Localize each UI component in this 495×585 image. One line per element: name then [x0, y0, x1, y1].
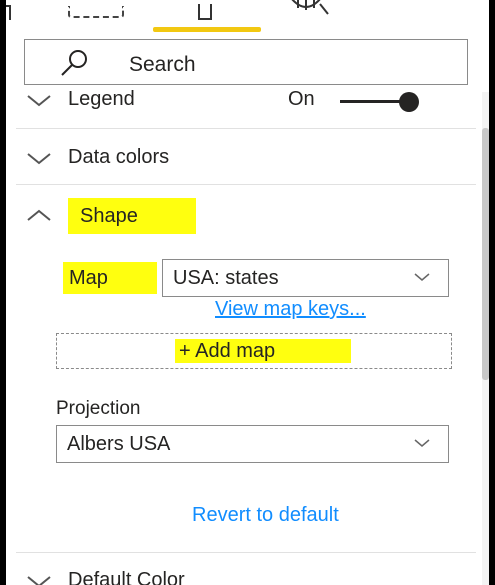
- divider: [16, 128, 476, 129]
- default-color-section-label[interactable]: Default Color: [68, 569, 185, 585]
- format-tab-icon[interactable]: [198, 4, 212, 20]
- projection-dropdown-value: Albers USA: [67, 433, 171, 455]
- map-dropdown[interactable]: USA: states: [162, 259, 449, 297]
- search-field[interactable]: Search: [24, 39, 468, 85]
- pane-edge-icon: [6, 5, 11, 20]
- visualizations-format-pane: Search Legend On Data colors Shape Map U…: [6, 0, 489, 585]
- active-tab-indicator: [153, 27, 261, 32]
- shape-section-label[interactable]: Shape: [68, 198, 196, 234]
- analytics-tab-icon[interactable]: [286, 0, 330, 16]
- projection-label: Projection: [56, 398, 141, 419]
- projection-dropdown[interactable]: Albers USA: [56, 425, 449, 463]
- map-dropdown-value: USA: states: [173, 267, 279, 289]
- chevron-up-icon[interactable]: [26, 208, 52, 222]
- revert-to-default-link[interactable]: Revert to default: [192, 504, 339, 527]
- chevron-down-icon: [414, 273, 430, 281]
- legend-section-label[interactable]: Legend: [68, 88, 135, 111]
- legend-toggle-track[interactable]: [340, 100, 404, 103]
- data-colors-section-label[interactable]: Data colors: [68, 146, 169, 169]
- add-map-label: + Add map: [175, 339, 351, 363]
- search-icon: [61, 50, 87, 76]
- pane-tabs: [6, 0, 489, 34]
- divider: [16, 184, 476, 185]
- chevron-down-icon[interactable]: [26, 575, 52, 585]
- add-map-button[interactable]: + Add map: [56, 333, 452, 369]
- view-map-keys-link[interactable]: View map keys...: [215, 298, 366, 321]
- chevron-down-icon: [414, 439, 430, 447]
- legend-toggle-text: On: [288, 88, 315, 110]
- fields-tab-icon[interactable]: [68, 6, 124, 18]
- legend-toggle-knob[interactable]: [399, 92, 419, 112]
- search-placeholder: Search: [129, 53, 196, 76]
- chevron-down-icon[interactable]: [26, 152, 52, 166]
- scrollbar-thumb[interactable]: [482, 128, 489, 380]
- chevron-down-icon[interactable]: [26, 94, 52, 108]
- divider: [16, 552, 476, 553]
- map-label: Map: [63, 262, 157, 294]
